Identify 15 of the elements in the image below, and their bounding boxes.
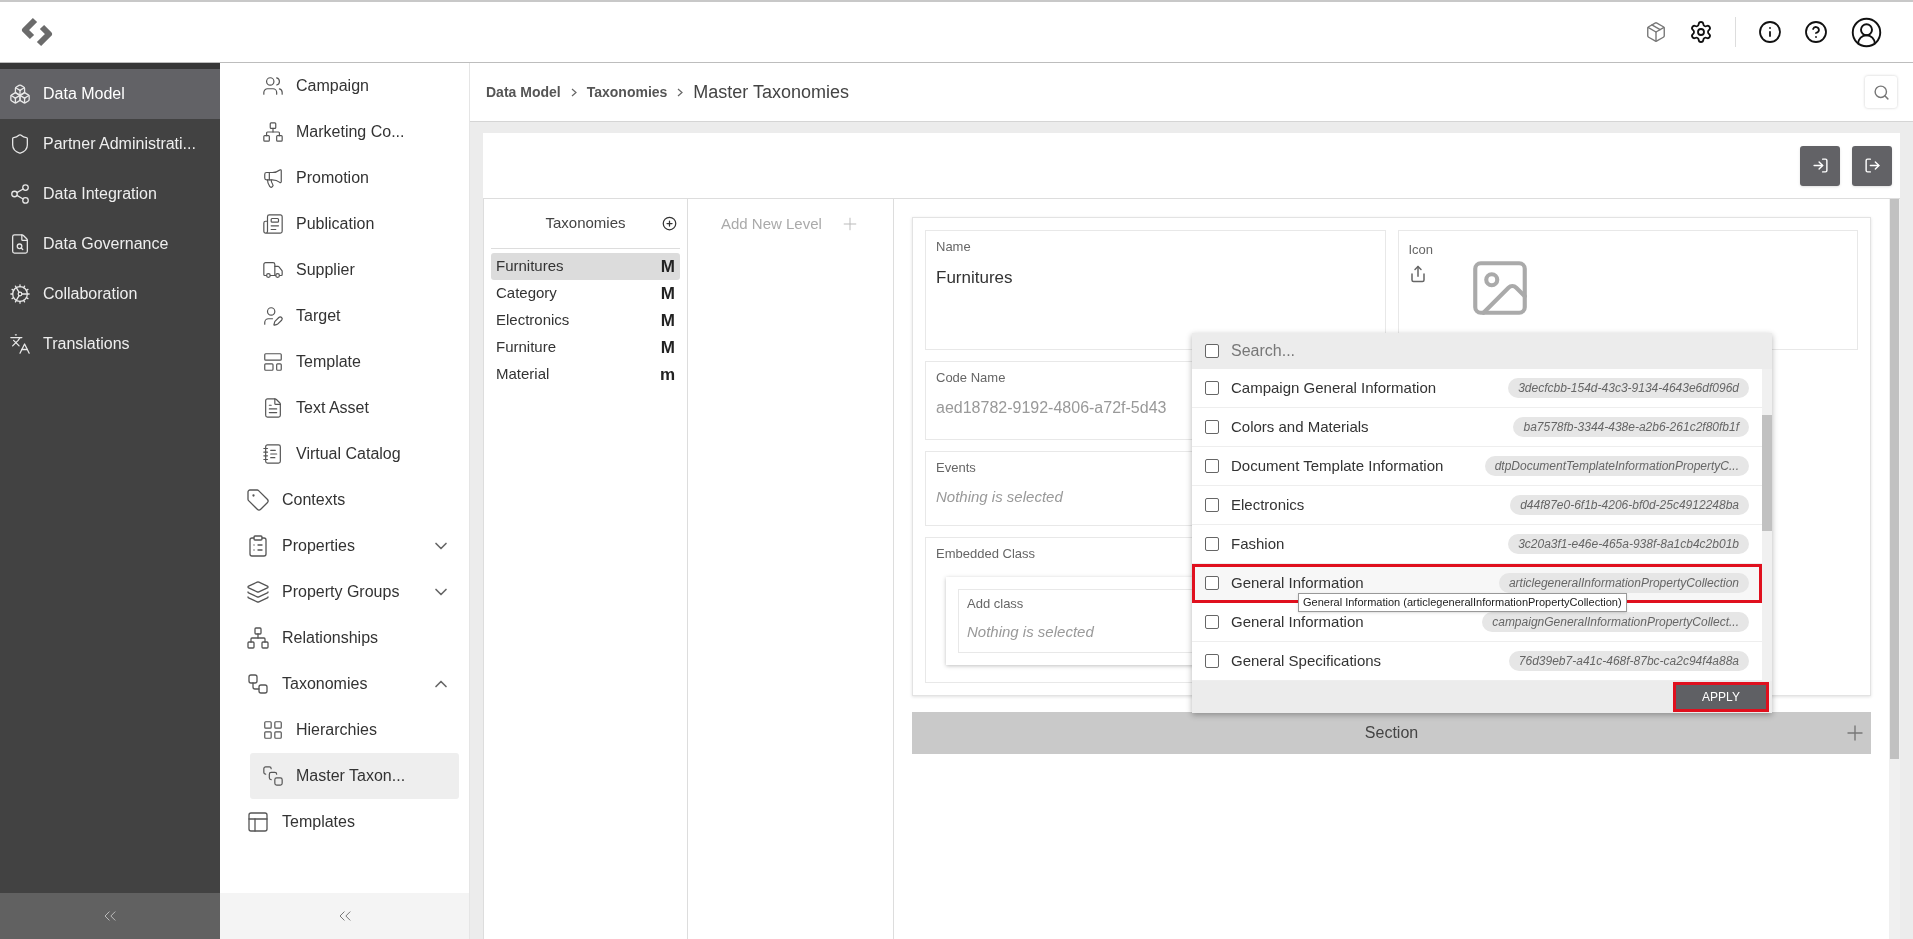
- add-level-label: Add New Level: [721, 213, 822, 234]
- code-badge: 3c20a3f1-e46e-465a-938f-8a1cb4c2b01b: [1508, 534, 1749, 554]
- field-label: Icon: [1408, 242, 1434, 257]
- column-title: Taxonomies: [545, 213, 626, 234]
- code-badge: d44f87e0-6f1b-4206-bf0d-25c4912248ba: [1510, 495, 1749, 515]
- breadcrumb-item: Master Taxonomies: [693, 80, 850, 104]
- tooltip: General Information (articlegeneralInformationPropertyCollection): [1298, 593, 1627, 612]
- code-badge: 76d39eb7-a41c-468f-87bc-ca2c94f4a88a: [1508, 651, 1749, 671]
- code-badge: campaignGeneralInformationPropertyCollect...: [1482, 612, 1749, 632]
- section-bar: Section: [912, 712, 1871, 754]
- code-badge: articlegeneralInformationPropertyCollection: [1498, 573, 1749, 593]
- field-label: Embedded Class: [936, 545, 1036, 563]
- code-badge: 3decfcbb-154d-43c3-9134-4643e6df096d: [1508, 378, 1749, 398]
- code-badge: dtpDocumentTemplateInformationPropertyC...: [1484, 456, 1749, 476]
- code-badge: ba7578fb-3344-438e-a2b6-261c2f80fb1f: [1513, 417, 1749, 437]
